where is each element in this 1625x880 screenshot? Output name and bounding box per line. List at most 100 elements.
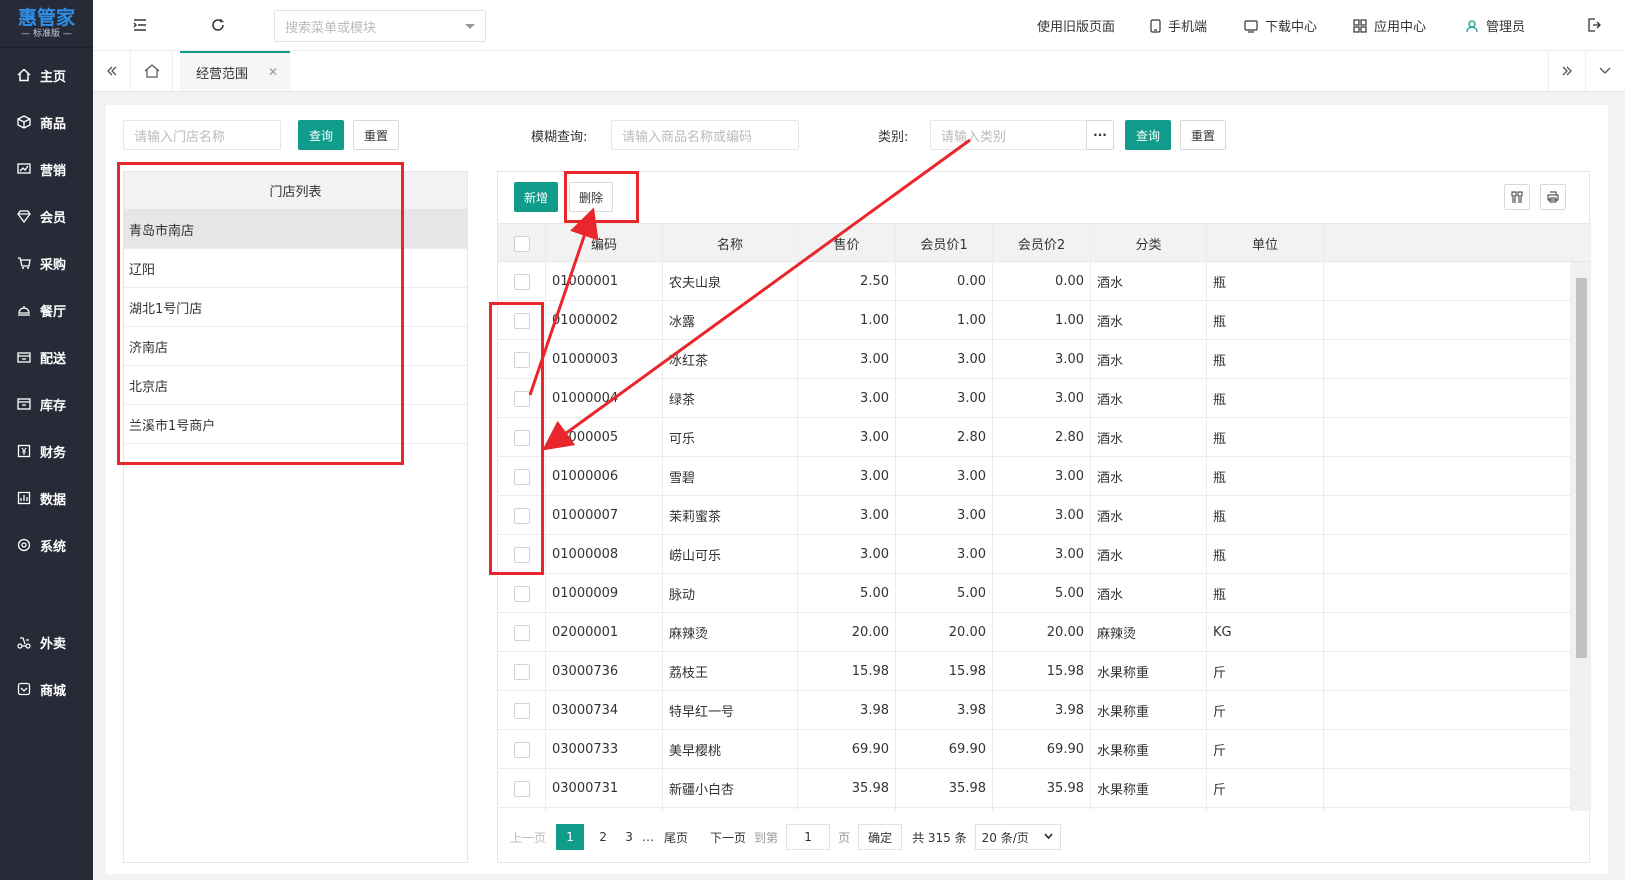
home-tab-icon[interactable] bbox=[131, 51, 173, 91]
table-row[interactable]: 03000734 特早红一号 3.98 3.98 3.98 水果称重斤 bbox=[498, 691, 1591, 730]
row-checkbox[interactable] bbox=[513, 702, 530, 719]
tabs-scroll-right-icon[interactable] bbox=[1548, 51, 1586, 91]
row-select-cell[interactable] bbox=[498, 613, 546, 652]
admin-menu[interactable]: 管理员 bbox=[1465, 16, 1525, 35]
table-row[interactable]: 02000001 麻辣烫 20.00 20.00 20.00 麻辣烫 KG bbox=[498, 613, 1591, 652]
next-page-button[interactable]: 下一页 bbox=[710, 829, 746, 846]
column-header[interactable]: 会员价1 bbox=[896, 224, 993, 263]
column-header[interactable]: 分类 bbox=[1091, 224, 1207, 263]
row-select-cell[interactable] bbox=[498, 730, 546, 769]
store-name-input[interactable]: 请输入门店名称 bbox=[123, 120, 281, 150]
columns-filter-icon[interactable] bbox=[1504, 184, 1530, 210]
page-button[interactable]: 3 bbox=[616, 830, 642, 844]
row-checkbox[interactable] bbox=[513, 780, 530, 797]
table-row[interactable]: 01000006 雪碧 3.00 3.00 3.00 酒水瓶 bbox=[498, 457, 1591, 496]
close-icon[interactable]: ✕ bbox=[268, 65, 278, 79]
row-select-cell[interactable] bbox=[498, 808, 546, 811]
sidebar-item-marketing[interactable]: 营销 bbox=[0, 147, 93, 191]
page-button-active[interactable]: 1 bbox=[556, 824, 585, 850]
table-cell: 20.00 bbox=[896, 613, 993, 652]
table-row[interactable]: 01000005 可乐 3.00 2.80 2.80 酒水瓶 bbox=[498, 418, 1591, 457]
scrollbar-thumb[interactable] bbox=[1576, 278, 1587, 658]
goto-confirm-button[interactable]: 确定 bbox=[858, 824, 903, 850]
store-reset-button[interactable]: 重置 bbox=[353, 120, 399, 150]
row-select-cell[interactable] bbox=[498, 574, 546, 613]
sidebar-item-takeout[interactable]: 外卖 bbox=[0, 620, 93, 664]
refresh-icon[interactable] bbox=[209, 16, 227, 34]
table-row[interactable]: 03000733 美早樱桃 69.90 69.90 69.90 水果称重斤 bbox=[498, 730, 1591, 769]
goto-label: 到第 bbox=[754, 830, 779, 845]
sidebar-item-restaurant[interactable]: 餐厅 bbox=[0, 288, 93, 332]
sidebar-item-data[interactable]: 数据 bbox=[0, 476, 93, 520]
page-button[interactable]: 2 bbox=[590, 830, 616, 844]
goto-page-input[interactable]: 1 bbox=[786, 824, 831, 850]
row-checkbox[interactable] bbox=[513, 585, 530, 602]
row-select-cell[interactable] bbox=[498, 262, 546, 301]
table-cell: 斤 bbox=[1207, 730, 1324, 769]
table-row[interactable]: 01000009 脉动 5.00 5.00 5.00 酒水瓶 bbox=[498, 574, 1591, 613]
table-row[interactable]: 03000730玲珑千禧15.9815.9815.98水果称重斤 bbox=[498, 808, 1591, 811]
table-cell: 3.98 bbox=[798, 691, 896, 730]
column-header[interactable]: 会员价2 bbox=[993, 224, 1091, 263]
table-row[interactable]: 01000004 绿茶 3.00 3.00 3.00 酒水瓶 bbox=[498, 379, 1591, 418]
table-row[interactable]: 03000736 荔枝王 15.98 15.98 15.98 水果称重斤 bbox=[498, 652, 1591, 691]
sidebar-item-finance[interactable]: 财务 bbox=[0, 429, 93, 473]
column-header[interactable]: 单位 bbox=[1207, 224, 1324, 263]
product-reset-button[interactable]: 重置 bbox=[1180, 120, 1226, 150]
table-scrollbar[interactable] bbox=[1570, 262, 1591, 811]
sidebar-item-member[interactable]: 会员 bbox=[0, 194, 93, 238]
category-input[interactable]: 请输入类别 bbox=[930, 120, 1087, 150]
table-row[interactable]: 01000001 农夫山泉 2.50 0.00 0.00 酒水瓶 bbox=[498, 262, 1591, 301]
sidebar-item-purchase[interactable]: 采购 bbox=[0, 241, 93, 285]
table-row[interactable]: 01000007 茉莉蜜茶 3.00 3.00 3.00 酒水瓶 bbox=[498, 496, 1591, 535]
tabs-menu-chevron-icon[interactable] bbox=[1586, 51, 1624, 91]
sidebar-item-home[interactable]: 主页 bbox=[0, 53, 93, 97]
row-checkbox[interactable] bbox=[513, 624, 530, 641]
table-row[interactable]: 01000003 冰红茶 3.00 3.00 3.00 酒水瓶 bbox=[498, 340, 1591, 379]
page-size-select[interactable]: 20 条/页 bbox=[974, 824, 1061, 850]
row-checkbox[interactable] bbox=[513, 663, 530, 680]
mobile-link[interactable]: 手机端 bbox=[1150, 16, 1207, 35]
add-button[interactable]: 新增 bbox=[514, 182, 558, 212]
table-cell: 瓶 bbox=[1207, 574, 1324, 613]
table-row[interactable]: 01000002 冰露 1.00 1.00 1.00 酒水瓶 bbox=[498, 301, 1591, 340]
column-header[interactable]: 售价 bbox=[798, 224, 896, 263]
tab-business-scope[interactable]: 经营范围 ✕ bbox=[180, 51, 290, 91]
logo[interactable]: 惠管家 — 标准版 — bbox=[0, 0, 93, 48]
column-header[interactable]: 名称 bbox=[663, 224, 798, 263]
row-checkbox[interactable] bbox=[513, 741, 530, 758]
sidebar: 惠管家 — 标准版 — 主页 商品 营销 会员 采购 餐厅 配送 库存 财务 数… bbox=[0, 0, 93, 880]
old-page-link[interactable]: 使用旧版页面 bbox=[1037, 16, 1115, 35]
logout-icon[interactable] bbox=[1585, 16, 1603, 34]
row-select-cell[interactable] bbox=[498, 652, 546, 691]
prev-page-button[interactable]: 上一页 bbox=[510, 829, 546, 846]
table-row[interactable]: 01000008 崂山可乐 3.00 3.00 3.00 酒水瓶 bbox=[498, 535, 1591, 574]
table-cell: 03000736 bbox=[546, 652, 663, 691]
fuzzy-query-input[interactable]: 请输入商品名称或编码 bbox=[611, 120, 799, 150]
menu-search-select[interactable]: 搜索菜单或模块 bbox=[274, 10, 486, 42]
sidebar-item-inventory[interactable]: 库存 bbox=[0, 382, 93, 426]
row-select-cell[interactable] bbox=[498, 691, 546, 730]
table-cell: 3.00 bbox=[993, 535, 1091, 574]
row-select-cell[interactable] bbox=[498, 769, 546, 808]
sidebar-item-system[interactable]: 系统 bbox=[0, 523, 93, 567]
product-query-button[interactable]: 查询 bbox=[1125, 120, 1171, 150]
download-label: 下载中心 bbox=[1265, 20, 1318, 35]
apps-link[interactable]: 应用中心 bbox=[1353, 16, 1426, 35]
select-all-cell[interactable] bbox=[498, 224, 546, 263]
sidebar-item-mall[interactable]: 商城 bbox=[0, 667, 93, 711]
sidebar-item-goods[interactable]: 商品 bbox=[0, 100, 93, 144]
store-query-button[interactable]: 查询 bbox=[298, 120, 344, 150]
menu-collapse-icon[interactable] bbox=[131, 16, 149, 34]
pagination: 上一页 1 2 3 … 尾页 下一页 到第 1 页 确定 共 315 条 20 … bbox=[498, 817, 1591, 857]
table-row[interactable]: 03000731 新疆小白杏 35.98 35.98 35.98 水果称重斤 bbox=[498, 769, 1591, 808]
print-icon[interactable] bbox=[1540, 184, 1566, 210]
sidebar-item-delivery[interactable]: 配送 bbox=[0, 335, 93, 379]
category-picker-button[interactable]: ··· bbox=[1086, 120, 1114, 150]
download-link[interactable]: 下载中心 bbox=[1244, 16, 1317, 35]
row-checkbox[interactable] bbox=[513, 273, 530, 290]
select-all-checkbox[interactable] bbox=[513, 235, 530, 252]
column-header[interactable]: 编码 bbox=[546, 224, 663, 263]
tabs-scroll-left-icon[interactable] bbox=[93, 51, 131, 91]
last-page-button[interactable]: 尾页 bbox=[664, 829, 688, 846]
